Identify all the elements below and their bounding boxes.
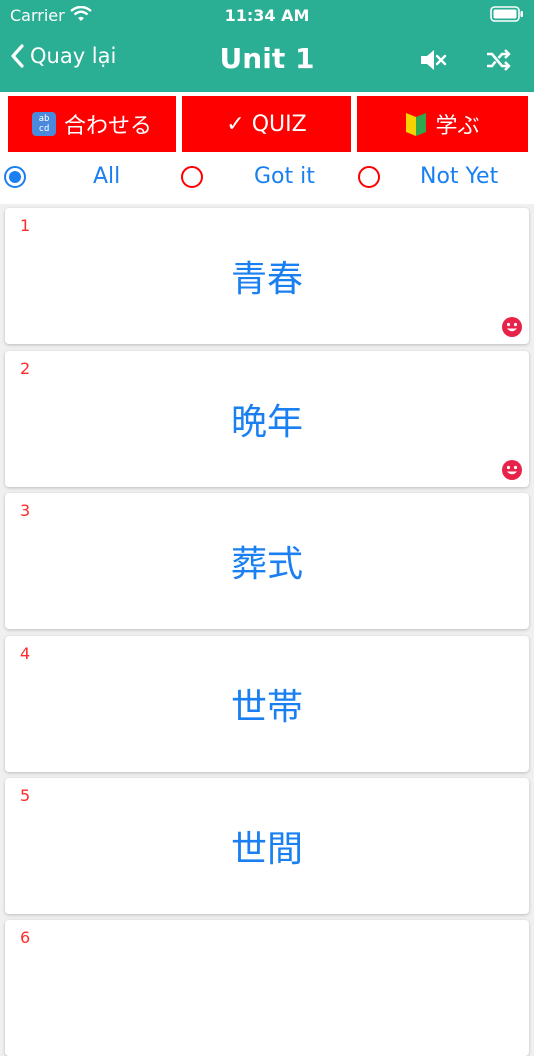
learn-mode-button[interactable]: 学ぶ [357, 96, 528, 152]
card-number: 3 [20, 501, 31, 520]
filter-not-yet-label[interactable]: Not Yet [420, 164, 498, 189]
card-word: 晩年 [230, 402, 303, 443]
filter-all-label[interactable]: All [93, 164, 120, 189]
filter-got-it-label[interactable]: Got it [254, 164, 315, 189]
status-time: 11:34 AM [224, 6, 310, 25]
shuffle-icon [487, 49, 511, 71]
smile-icon [502, 317, 522, 337]
word-card[interactable]: 2 晩年 [5, 351, 529, 487]
card-number: 5 [20, 786, 31, 805]
quiz-mode-label: ✓ QUIZ [226, 111, 307, 137]
card-word: 世間 [230, 829, 303, 870]
word-card[interactable]: 6 [5, 920, 529, 1056]
shuffle-button[interactable] [484, 46, 512, 78]
mute-button[interactable] [418, 46, 448, 78]
battery-icon [490, 6, 523, 22]
card-word: 青春 [230, 259, 303, 300]
beginner-mark-icon [406, 113, 427, 136]
card-number: 1 [20, 216, 31, 235]
match-mode-button[interactable]: ab cd 合わせる [8, 96, 176, 152]
nav-bar: Quay lại Unit 1 [0, 30, 534, 92]
card-word: 世帯 [230, 687, 303, 728]
smile-icon [502, 460, 522, 480]
card-word: 葬式 [230, 544, 303, 585]
radio-not-yet[interactable] [358, 166, 380, 188]
speaker-muted-icon [421, 50, 447, 70]
page-title: Unit 1 [219, 42, 315, 75]
match-mode-label: 合わせる [63, 114, 152, 139]
card-number: 4 [20, 644, 31, 663]
card-number: 6 [20, 928, 31, 947]
filter-bar: All Got it Not Yet [0, 156, 534, 204]
card-number: 2 [20, 359, 31, 378]
word-card[interactable]: 4 世帯 [5, 636, 529, 772]
radio-got-it[interactable] [181, 166, 203, 188]
learn-mode-label: 学ぶ [435, 114, 480, 139]
word-card[interactable]: 5 世間 [5, 778, 529, 914]
abcd-icon: ab cd [31, 112, 56, 136]
word-card[interactable]: 3 葬式 [5, 493, 529, 629]
status-bar: Carrier 11:34 AM [0, 0, 534, 30]
word-card[interactable]: 1 青春 [5, 208, 529, 344]
radio-all[interactable] [4, 166, 26, 188]
mode-bar: ab cd 合わせる ✓ QUIZ 学ぶ [0, 92, 534, 156]
quiz-mode-button[interactable]: ✓ QUIZ [182, 96, 351, 152]
